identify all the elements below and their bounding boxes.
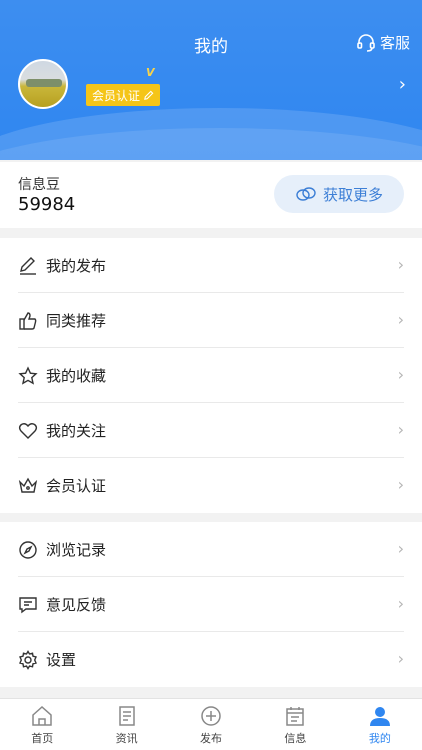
- chevron-right-icon: ›: [397, 255, 404, 274]
- pencil-icon: [143, 90, 154, 101]
- customer-service-label: 客服: [379, 34, 410, 52]
- chevron-right-icon: ›: [397, 310, 404, 329]
- tab-label: 资讯: [115, 732, 138, 745]
- vip-icon: V: [146, 66, 155, 79]
- beans-label: 信息豆: [18, 177, 60, 193]
- member-verify-badge[interactable]: 会员认证: [86, 84, 161, 106]
- menu-item-my-posts[interactable]: 我的发布 ›: [0, 238, 422, 293]
- chevron-right-icon: ›: [397, 649, 404, 668]
- home-icon: [31, 705, 53, 727]
- menu-item-label: 设置: [46, 651, 77, 669]
- beans-value: 59984: [18, 194, 76, 215]
- bottom-tab-bar: 首页 资讯 发布 信息 我的: [0, 698, 422, 750]
- tab-mine[interactable]: 我的: [338, 699, 422, 750]
- chevron-right-icon: ›: [397, 539, 404, 558]
- profile-header: 我的 客服 V 会员认证 ›: [0, 0, 422, 160]
- gear-icon: [17, 649, 39, 671]
- menu-item-similar-recommend[interactable]: 同类推荐 ›: [0, 293, 422, 348]
- menu-item-member-verify[interactable]: 会员认证 ›: [0, 458, 422, 513]
- tab-label: 我的: [368, 732, 391, 745]
- avatar[interactable]: [18, 59, 68, 109]
- crown-icon: [17, 475, 39, 497]
- chevron-right-icon: ›: [397, 475, 404, 494]
- customer-service-button[interactable]: 客服: [356, 32, 410, 53]
- menu-item-label: 我的关注: [46, 422, 107, 440]
- tab-label: 发布: [200, 732, 223, 745]
- chevron-right-icon: ›: [397, 365, 404, 384]
- menu-item-my-favorites[interactable]: 我的收藏 ›: [0, 348, 422, 403]
- menu-item-settings[interactable]: 设置 ›: [0, 632, 422, 687]
- menu-item-label: 我的发布: [46, 257, 107, 275]
- tab-label: 首页: [31, 732, 54, 745]
- heart-icon: [17, 420, 39, 442]
- star-icon: [17, 365, 39, 387]
- get-more-button[interactable]: 获取更多: [274, 175, 404, 213]
- menu-item-label: 我的收藏: [46, 367, 107, 385]
- chevron-right-icon: ›: [397, 420, 404, 439]
- headset-icon: [356, 33, 376, 53]
- calendar-icon: [284, 705, 306, 727]
- thumbs-up-icon: [17, 310, 39, 332]
- user-icon: [369, 705, 391, 727]
- chevron-right-icon: ›: [397, 594, 404, 613]
- menu-item-label: 浏览记录: [46, 541, 107, 559]
- tab-label: 信息: [284, 732, 307, 745]
- compass-icon: [17, 539, 39, 561]
- member-verify-label: 会员认证: [92, 88, 141, 103]
- menu-item-feedback[interactable]: 意见反馈 ›: [0, 577, 422, 632]
- beans-icon: [295, 185, 317, 203]
- profile-chevron-right-icon[interactable]: ›: [399, 74, 406, 95]
- edit-icon: [17, 255, 39, 277]
- menu-group-secondary: 浏览记录 › 意见反馈 › 设置 ›: [0, 522, 422, 687]
- tab-home[interactable]: 首页: [0, 699, 84, 750]
- menu-item-label: 意见反馈: [46, 596, 107, 614]
- tab-news[interactable]: 资讯: [84, 699, 168, 750]
- tab-messages[interactable]: 信息: [253, 699, 337, 750]
- menu-item-browse-history[interactable]: 浏览记录 ›: [0, 522, 422, 577]
- menu-item-label: 同类推荐: [46, 312, 107, 330]
- feedback-icon: [17, 594, 39, 616]
- tab-publish[interactable]: 发布: [169, 699, 253, 750]
- news-icon: [116, 705, 138, 727]
- plus-circle-icon: [200, 705, 222, 727]
- menu-item-label: 会员认证: [46, 477, 107, 495]
- menu-item-my-following[interactable]: 我的关注 ›: [0, 403, 422, 458]
- get-more-label: 获取更多: [322, 185, 383, 204]
- beans-card: 信息豆 59984 获取更多: [0, 162, 422, 228]
- menu-group-primary: 我的发布 › 同类推荐 › 我的收藏 › 我的关注 › 会员认证 ›: [0, 238, 422, 513]
